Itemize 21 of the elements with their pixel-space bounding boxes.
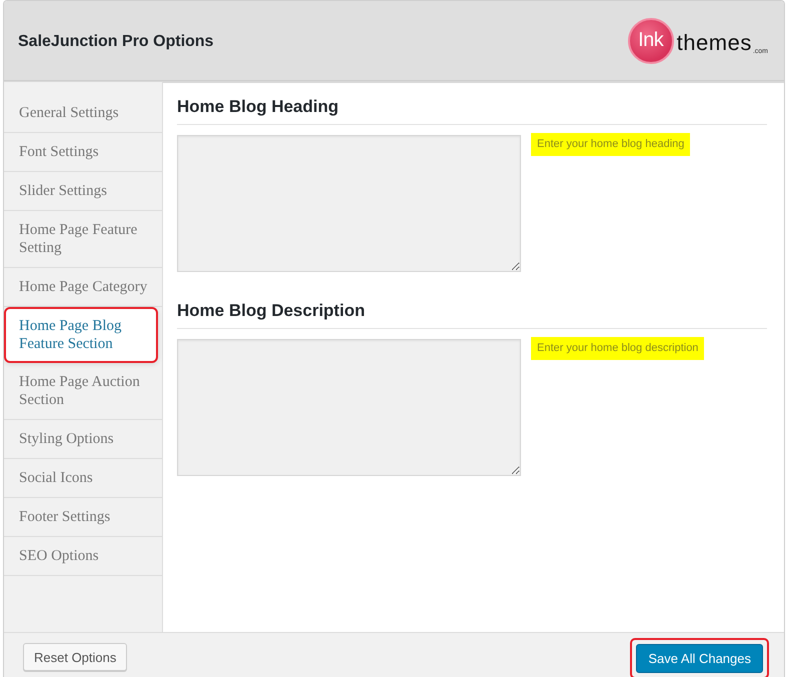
sidebar-item[interactable]: Social Icons [4,459,162,498]
sidebar-item[interactable]: Font Settings [4,133,162,172]
sidebar-item[interactable]: Home Page Feature Setting [4,211,162,268]
section-heading: Home Blog Heading [177,97,767,125]
footer-button[interactable]: Save All Changes [636,644,763,673]
sidebar-item[interactable]: Home Page Auction Section [4,363,162,420]
field-hint: Enter your home blog heading [531,133,690,156]
footer-button[interactable]: Reset Options [23,643,128,671]
sidebar-item[interactable]: Home Page Blog Feature Section [4,307,158,363]
text-area-field[interactable] [177,339,521,476]
field-hint: Enter your home blog description [531,337,704,360]
section-heading: Home Blog Description [177,301,767,329]
logo-wordmark: themes [676,32,752,56]
logo-badge: Ink [628,18,674,64]
sidebar-item[interactable]: Slider Settings [4,172,162,211]
sidebar-item[interactable]: Styling Options [4,420,162,459]
sidebar-item[interactable]: SEO Options [4,537,162,576]
sidebar-item[interactable]: Footer Settings [4,498,162,537]
text-area-field[interactable] [177,135,521,272]
window-title: SaleJunction Pro Options [18,32,214,50]
sidebar-item[interactable]: General Settings [4,94,162,133]
